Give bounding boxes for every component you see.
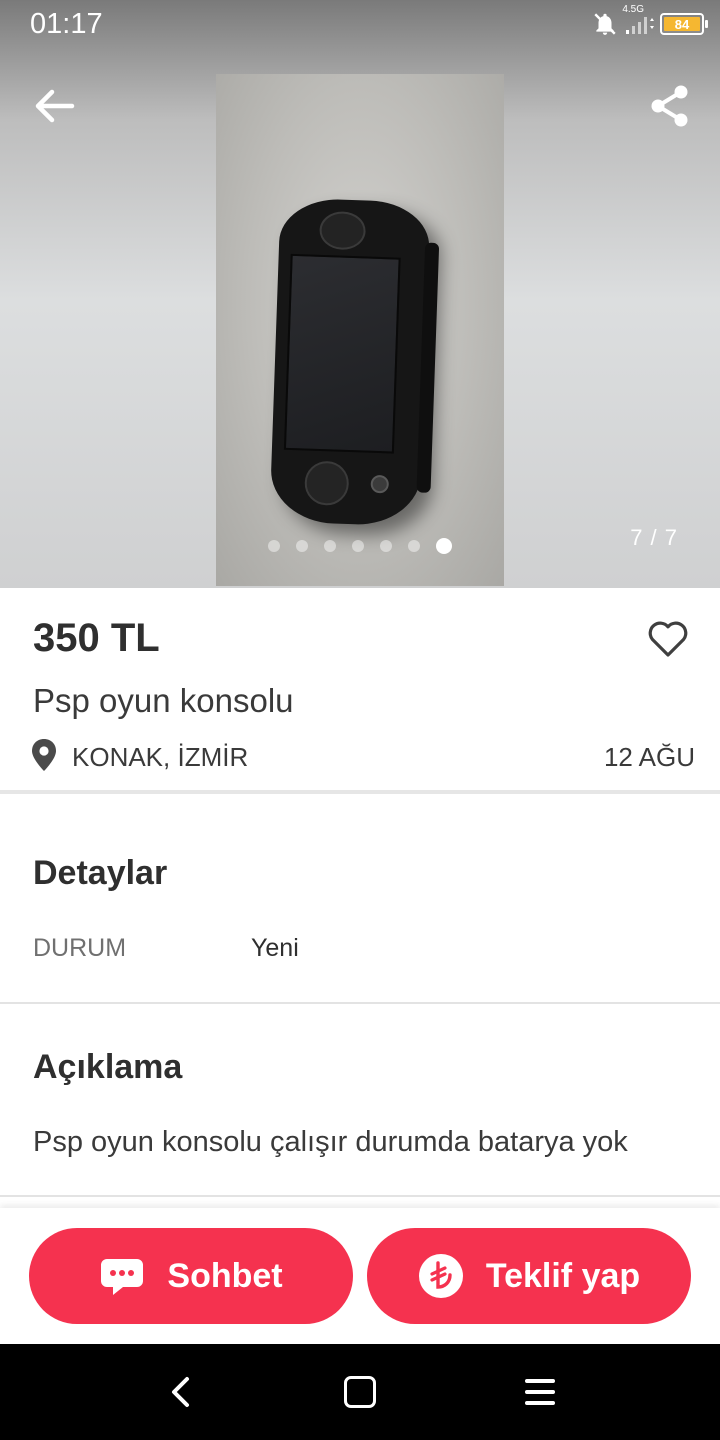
pagination-dot xyxy=(268,540,280,552)
chat-button[interactable]: Sohbet xyxy=(29,1228,353,1324)
battery-level: 84 xyxy=(664,17,700,32)
status-time: 01:17 xyxy=(30,8,103,40)
description-heading: Açıklama xyxy=(33,1048,183,1086)
details-heading: Detaylar xyxy=(33,854,168,892)
psp-console-image xyxy=(269,197,440,527)
nav-menu-icon[interactable] xyxy=(524,1377,556,1407)
back-arrow-icon[interactable] xyxy=(28,80,80,132)
location-row: KONAK, İZMİR 12 AĞU xyxy=(30,738,698,778)
divider xyxy=(0,1002,720,1004)
pagination-dot-active xyxy=(436,538,452,554)
bell-off-icon xyxy=(594,13,616,35)
product-photo[interactable] xyxy=(216,74,504,586)
psp-dpad xyxy=(303,460,350,507)
pagination-dot xyxy=(408,540,420,552)
listing-location: KONAK, İZMİR xyxy=(72,742,249,772)
nav-back-icon[interactable] xyxy=(166,1374,196,1410)
divider xyxy=(0,1195,720,1197)
condition-label: DURUM xyxy=(33,934,127,962)
system-nav-bar xyxy=(0,1344,720,1440)
action-bar: Sohbet Teklif yap xyxy=(0,1208,720,1344)
heart-icon[interactable] xyxy=(644,614,692,662)
status-icons: 84 xyxy=(592,10,708,38)
psp-edge xyxy=(416,242,440,493)
listing-price: 350 TL xyxy=(33,616,160,660)
pagination-dot xyxy=(324,540,336,552)
divider xyxy=(0,790,720,794)
listing-title: Psp oyun konsolu xyxy=(33,682,294,719)
signal-icon xyxy=(626,17,654,34)
gallery-counter: 7 / 7 xyxy=(630,525,678,550)
pagination-dot xyxy=(296,540,308,552)
status-bar: 01:17 4.5G 84 xyxy=(0,0,720,50)
psp-stick xyxy=(370,474,390,494)
psp-buttons xyxy=(318,210,367,251)
psp-screen xyxy=(283,253,401,454)
make-offer-label: Teklif yap xyxy=(485,1256,641,1295)
image-gallery[interactable]: 01:17 4.5G 84 7 / 7 xyxy=(0,0,720,588)
pagination-dot xyxy=(380,540,392,552)
battery-icon: 84 xyxy=(660,13,708,35)
lira-icon xyxy=(418,1254,463,1298)
gallery-pagination-dots xyxy=(268,538,452,554)
condition-value: Yeni xyxy=(251,934,299,962)
nav-home-icon[interactable] xyxy=(344,1376,376,1408)
chat-button-label: Sohbet xyxy=(167,1256,283,1295)
location-pin-icon xyxy=(32,739,56,771)
pagination-dot xyxy=(352,540,364,552)
chat-bubble-icon xyxy=(101,1259,144,1295)
share-icon[interactable] xyxy=(644,80,696,132)
make-offer-button[interactable]: Teklif yap xyxy=(367,1228,691,1324)
description-text: Psp oyun konsolu çalışır durumda batarya… xyxy=(33,1126,628,1158)
listing-date: 12 AĞU xyxy=(603,742,695,772)
